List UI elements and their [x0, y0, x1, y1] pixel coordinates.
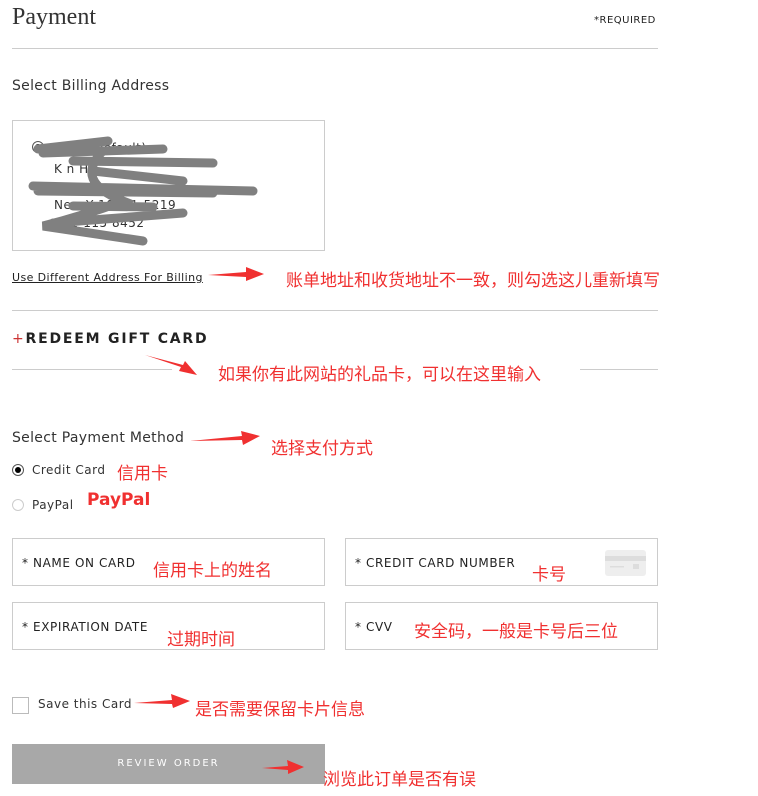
annotation-name: 信用卡上的姓名	[153, 561, 272, 581]
plus-icon: +	[12, 331, 26, 347]
annotation-expiration: 过期时间	[167, 630, 235, 650]
save-card-checkbox[interactable]	[12, 697, 29, 714]
use-different-address-link[interactable]: Use Different Address For Billing	[12, 271, 203, 284]
payment-method-heading: Select Payment Method	[12, 430, 185, 446]
annotation-number: 卡号	[532, 565, 566, 585]
annotation-save: 是否需要保留卡片信息	[195, 700, 365, 720]
card-number-input[interactable]: * CREDIT CARD NUMBER	[345, 538, 658, 586]
annotation-billing: 账单地址和收货地址不一致，则勾选这儿重新填写	[286, 271, 660, 291]
arrow-icon	[208, 267, 264, 281]
redeem-gift-card-label: REDEEM GIFT CARD	[25, 331, 209, 347]
arrow-icon	[134, 694, 190, 708]
annotation-review: 浏览此订单是否有误	[323, 770, 476, 790]
arrow-icon	[145, 355, 197, 375]
credit-card-icon	[605, 550, 646, 576]
paypal-label[interactable]: PayPal	[32, 498, 74, 512]
credit-card-label[interactable]: Credit Card	[32, 463, 105, 477]
page-title: Payment	[12, 4, 96, 30]
billing-address-card[interactable]: N rk (Default) K n Hu New Y 10001-5219 1…	[12, 120, 325, 251]
arrow-icon	[262, 760, 304, 774]
redeem-gift-card-toggle[interactable]: +REDEEM GIFT CARD	[12, 331, 208, 347]
credit-card-radio[interactable]	[12, 464, 24, 476]
annotation-credit: 信用卡	[117, 464, 168, 484]
arrow-icon	[190, 431, 260, 445]
annotation-method: 选择支付方式	[271, 439, 373, 459]
required-note: *REQUIRED	[594, 15, 656, 26]
billing-heading: Select Billing Address	[12, 78, 170, 94]
save-card-label[interactable]: Save this Card	[38, 697, 132, 711]
paypal-radio[interactable]	[12, 499, 24, 511]
annotation-cvv: 安全码，一般是卡号后三位	[414, 622, 618, 642]
annotation-gift: 如果你有此网站的礼品卡，可以在这里输入	[218, 365, 541, 385]
annotation-paypal: PayPal	[87, 490, 151, 510]
divider	[12, 48, 658, 49]
scribble-redaction	[28, 136, 258, 246]
